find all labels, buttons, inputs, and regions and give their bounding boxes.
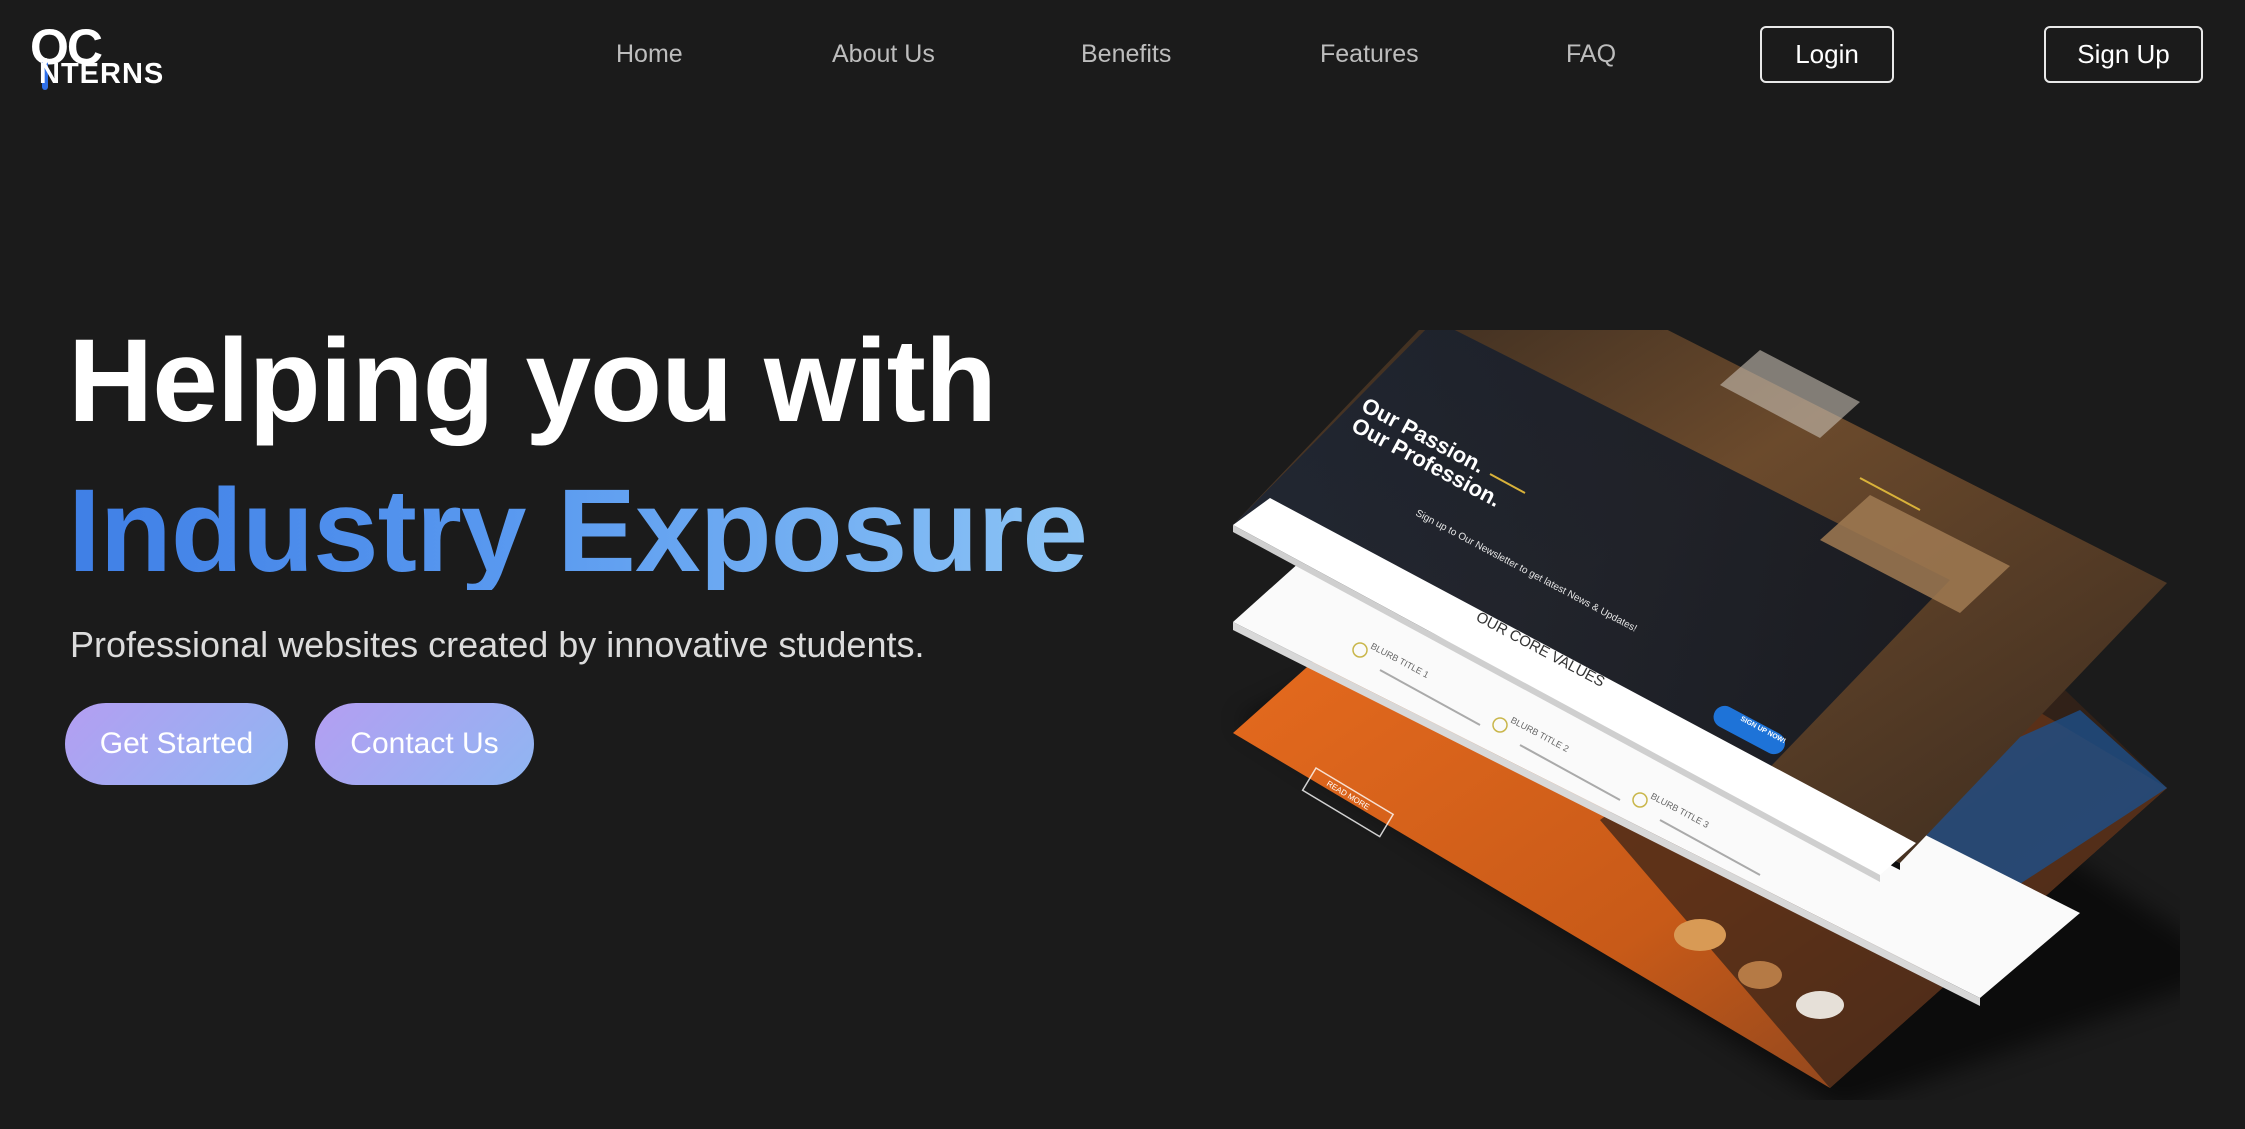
nav-features-link[interactable]: Features bbox=[1320, 40, 1419, 69]
hero-heading-line1: Helping you with bbox=[68, 315, 997, 447]
website-mockup-illustration: Our Passion. Our Profession. Sign up to … bbox=[1220, 330, 2180, 1100]
signup-button[interactable]: Sign Up bbox=[2044, 26, 2203, 83]
hero-heading-line2: Industry Exposure bbox=[68, 465, 1088, 597]
nav-home-link[interactable]: Home bbox=[616, 40, 683, 69]
contact-us-button[interactable]: Contact Us bbox=[315, 703, 534, 785]
landing-page: OC NTERNS Home About Us Benefits Feature… bbox=[0, 0, 2245, 1129]
nav-benefits-link[interactable]: Benefits bbox=[1081, 40, 1171, 69]
logo-interns-text: NTERNS bbox=[39, 58, 165, 90]
oc-interns-logo[interactable]: OC NTERNS bbox=[30, 22, 180, 90]
nav-about-link[interactable]: About Us bbox=[832, 40, 935, 69]
top-nav: OC NTERNS Home About Us Benefits Feature… bbox=[0, 0, 2245, 112]
hero-subtitle: Professional websites created by innovat… bbox=[70, 624, 925, 665]
get-started-button[interactable]: Get Started bbox=[65, 703, 288, 785]
login-button[interactable]: Login bbox=[1760, 26, 1894, 83]
nav-faq-link[interactable]: FAQ bbox=[1566, 40, 1616, 69]
